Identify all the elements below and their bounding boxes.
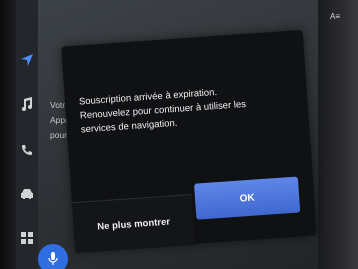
dont-show-again-button[interactable]: Ne plus montrer	[71, 193, 196, 254]
phone-icon[interactable]	[17, 140, 37, 160]
display-bezel-left	[0, 0, 16, 269]
display-bezel-right	[318, 0, 358, 269]
navigation-arrow-icon[interactable]	[17, 50, 37, 70]
text-size-icon[interactable]: A≡	[330, 12, 340, 21]
microphone-icon	[48, 252, 58, 265]
music-note-icon[interactable]	[17, 94, 37, 114]
sidebar	[16, 0, 38, 269]
voice-assistant-button[interactable]	[38, 244, 68, 269]
subscription-expired-dialog: Souscription arrivée à expiration. Renou…	[61, 29, 317, 254]
car-icon[interactable]	[17, 184, 37, 204]
dialog-message: Souscription arrivée à expiration. Renou…	[79, 82, 281, 138]
ok-button[interactable]: OK	[193, 176, 301, 220]
apps-grid-icon[interactable]	[17, 228, 37, 248]
